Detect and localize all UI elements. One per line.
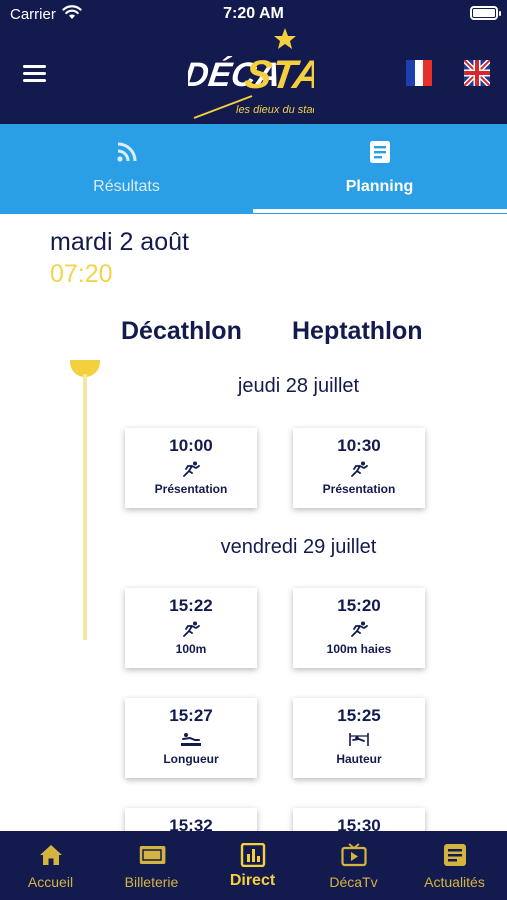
segment-tabs: Résultats Planning xyxy=(0,124,507,214)
long-jump-icon xyxy=(181,733,201,746)
runner-icon xyxy=(351,621,368,637)
battery-icon xyxy=(470,6,501,20)
timeline-line xyxy=(83,374,87,640)
event-card[interactable]: 15:30 xyxy=(293,808,425,831)
svg-text:STAR: STAR xyxy=(242,52,314,97)
menu-button[interactable] xyxy=(23,63,47,83)
runner-icon xyxy=(183,461,200,477)
high-jump-icon xyxy=(349,733,369,746)
event-card[interactable]: 15:20 100m haies xyxy=(293,588,425,668)
event-time: 10:00 xyxy=(169,436,213,455)
nav-decatv-label: DécaTv xyxy=(329,874,378,890)
event-time: 15:22 xyxy=(169,596,213,615)
status-time: 7:20 AM xyxy=(223,5,284,22)
current-date: mardi 2 août xyxy=(50,228,189,256)
app-screen: Carrier 7:20 AM DÉCA STAR les dieux du s… xyxy=(0,0,507,900)
event-card[interactable]: 15:27 Longueur xyxy=(125,698,257,778)
nav-direct[interactable]: Direct xyxy=(202,831,303,900)
event-card[interactable]: 10:00 Présentation xyxy=(125,428,257,508)
column-header-heptathlon: Heptathlon xyxy=(292,317,423,345)
day-label: jeudi 28 juillet xyxy=(237,375,360,397)
home-icon xyxy=(39,845,62,865)
event-name: Longueur xyxy=(163,752,219,766)
nav-billeterie[interactable]: Billeterie xyxy=(101,831,202,900)
rss-icon xyxy=(116,142,136,162)
active-tab-indicator xyxy=(253,209,507,213)
tab-resultats-label: Résultats xyxy=(93,178,160,195)
nav-billeterie-label: Billeterie xyxy=(124,874,179,890)
nav-actualites-label: Actualités xyxy=(424,874,485,890)
event-card[interactable]: 10:30 Présentation xyxy=(293,428,425,508)
event-card[interactable]: 15:22 100m xyxy=(125,588,257,668)
event-time: 15:20 xyxy=(337,596,381,615)
app-header: Carrier 7:20 AM DÉCA STAR les dieux du s… xyxy=(0,0,507,124)
news-icon xyxy=(443,844,466,866)
event-name: 100m haies xyxy=(326,642,392,656)
current-time: 07:20 xyxy=(50,260,113,288)
event-card[interactable]: 15:32 xyxy=(125,808,257,831)
nav-decatv[interactable]: DécaTv xyxy=(303,831,404,900)
nav-actualites[interactable]: Actualités xyxy=(404,831,505,900)
event-time: 15:25 xyxy=(337,706,381,725)
fr-flag-icon[interactable] xyxy=(406,60,432,86)
document-icon xyxy=(369,141,390,163)
day-label: vendredi 29 juillet xyxy=(220,536,377,558)
event-name: Présentation xyxy=(322,482,396,496)
event-name: 100m xyxy=(175,642,207,656)
tv-icon xyxy=(340,843,367,867)
planning-content[interactable]: mardi 2 août 07:20 Décathlon Heptathlon … xyxy=(0,214,507,831)
decastar-logo: DÉCA STAR les dieux du stade xyxy=(188,28,314,119)
tab-planning-label: Planning xyxy=(345,178,414,195)
column-header-decathlon: Décathlon xyxy=(121,317,242,345)
svg-text:les dieux du stade: les dieux du stade xyxy=(236,104,314,116)
event-time: 15:32 xyxy=(169,816,213,831)
nav-accueil-label: Accueil xyxy=(27,874,74,890)
event-name: Hauteur xyxy=(336,752,382,766)
bottom-tab-bar: Accueil Billeterie Direct DécaTv Actuali… xyxy=(0,831,507,900)
event-time: 10:30 xyxy=(337,436,381,455)
event-name: Présentation xyxy=(154,482,228,496)
uk-flag-icon[interactable] xyxy=(464,60,490,86)
event-card[interactable]: 15:25 Hauteur xyxy=(293,698,425,778)
tab-planning[interactable]: Planning xyxy=(253,124,506,214)
event-time: 15:30 xyxy=(337,816,381,831)
nav-direct-label: Direct xyxy=(229,872,276,889)
live-chart-icon xyxy=(240,843,265,867)
runner-icon xyxy=(183,621,200,637)
tab-resultats[interactable]: Résultats xyxy=(0,124,253,214)
nav-accueil[interactable]: Accueil xyxy=(0,831,101,900)
runner-icon xyxy=(351,461,368,477)
status-bar: Carrier 7:20 AM xyxy=(0,0,507,28)
ticket-icon xyxy=(139,846,165,864)
event-time: 15:27 xyxy=(169,706,213,725)
